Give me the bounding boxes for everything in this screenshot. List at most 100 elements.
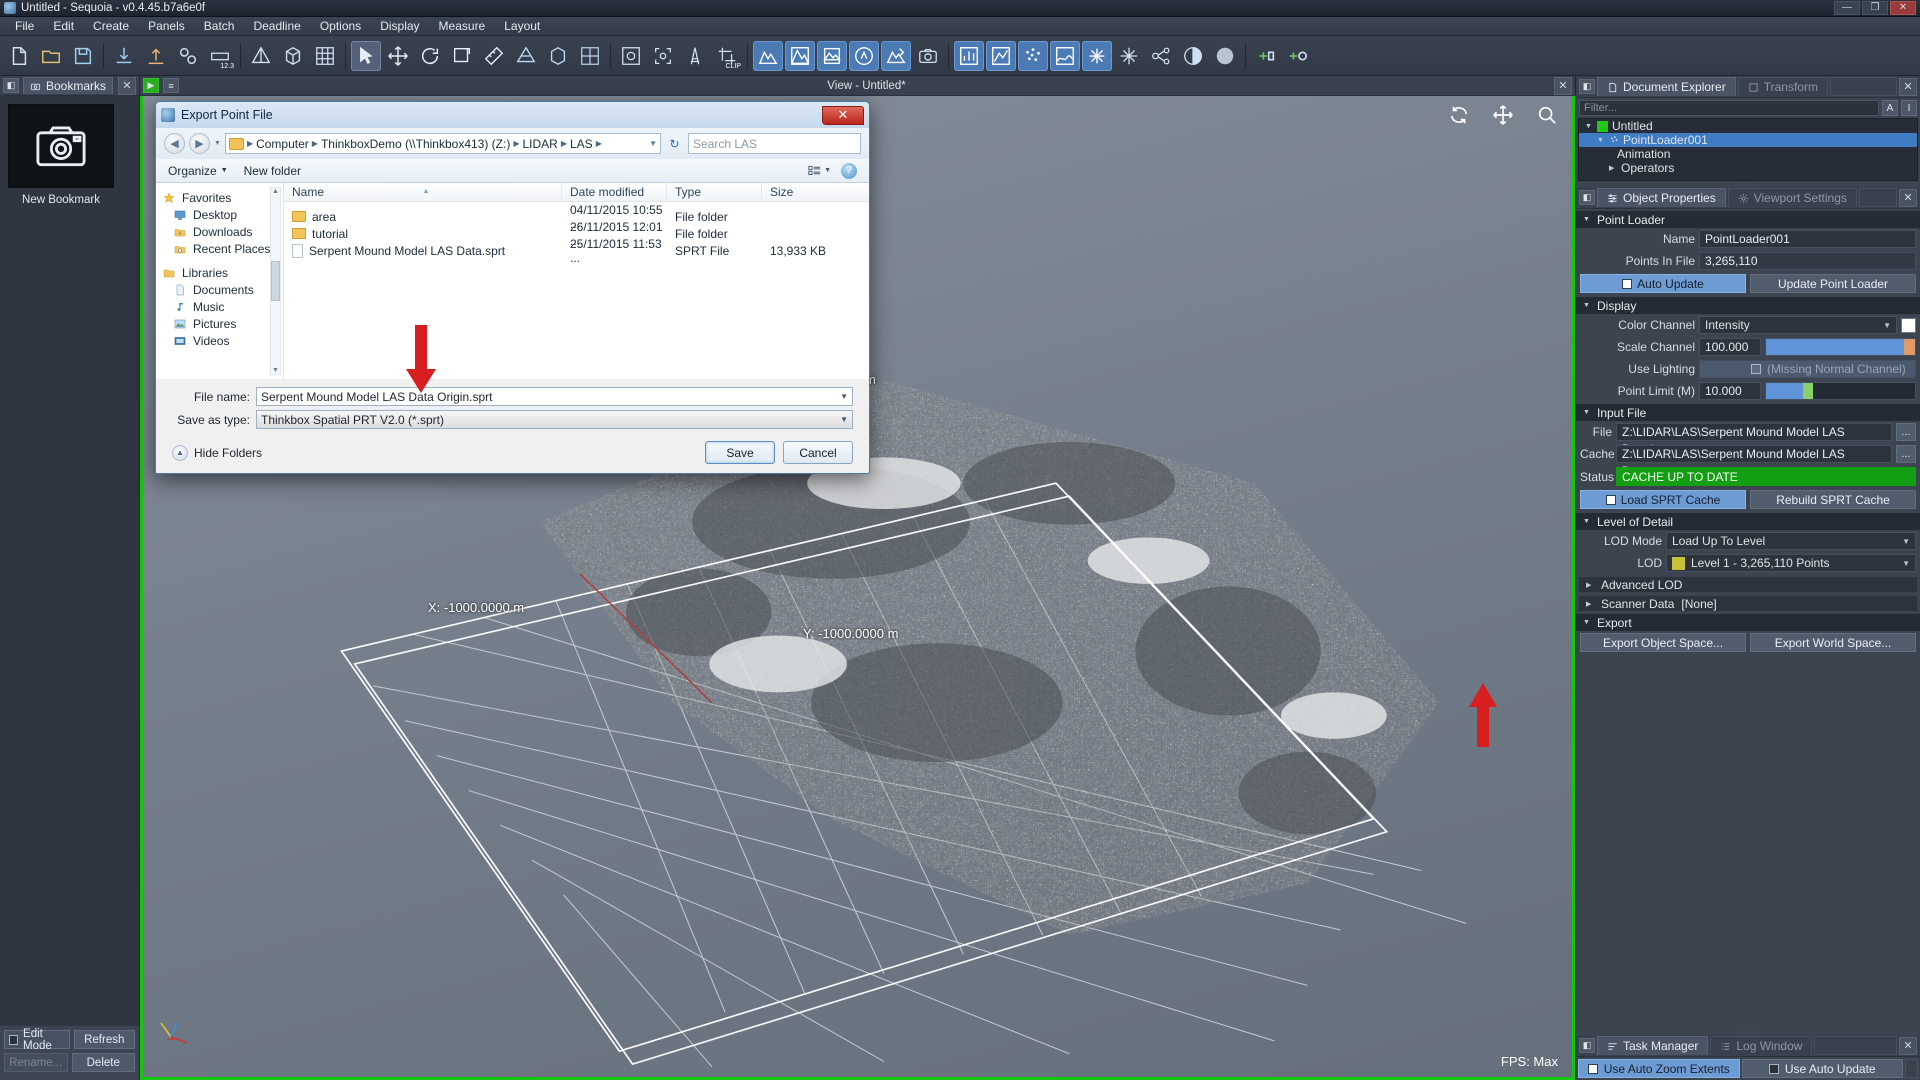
save-type-select[interactable]: Thinkbox Spatial PRT V2.0 (*.sprt) ▼ (256, 410, 853, 429)
cache-path-input[interactable]: Z:\LIDAR\LAS\Serpent Mound Model LAS Dat… (1616, 445, 1892, 478)
chevron-down-icon[interactable]: ▼ (1583, 216, 1591, 223)
search-icon[interactable] (1536, 104, 1558, 126)
volume-icon[interactable] (543, 41, 573, 71)
color-channel-select[interactable]: Intensity ▼ (1699, 316, 1897, 334)
organize-menu[interactable]: Organize ▼ (168, 164, 228, 178)
use-auto-zoom-extents-toggle[interactable]: Use Auto Zoom Extents (1578, 1059, 1740, 1078)
nav-item-pictures[interactable]: Pictures (162, 315, 283, 332)
tab-viewport-settings[interactable]: Viewport Settings (1727, 188, 1857, 207)
menu-item-create[interactable]: Create (84, 17, 138, 35)
mesher-icon[interactable] (511, 41, 541, 71)
point-cloud-icon[interactable] (1018, 40, 1048, 71)
use-lighting-toggle[interactable]: (Missing Normal Channel) (1699, 360, 1916, 378)
panel-collapse-icon-bottom[interactable]: ◧ (1579, 1038, 1595, 1053)
section-point-loader[interactable]: ▼ Point Loader (1576, 211, 1920, 228)
select-tool-icon[interactable] (351, 40, 381, 71)
sparkle-icon[interactable] (1114, 41, 1144, 71)
section-level-of-detail[interactable]: ▼ Level of Detail (1576, 513, 1920, 530)
update-point-loader-button[interactable]: Update Point Loader (1750, 274, 1916, 293)
browse-file-button[interactable]: ... (1896, 423, 1916, 441)
cancel-button[interactable]: Cancel (783, 441, 853, 464)
menu-item-display[interactable]: Display (371, 17, 428, 35)
minimize-button[interactable]: — (1834, 1, 1860, 15)
rebuild-sprt-cache-button[interactable]: Rebuild SPRT Cache (1750, 490, 1916, 509)
viewport-active-indicator[interactable]: ▶ (143, 78, 159, 93)
outliner-row-untitled[interactable]: ▼ Untitled (1579, 119, 1917, 133)
node-link-icon[interactable] (1146, 41, 1176, 71)
edit-mode-toggle[interactable]: Edit Mode (4, 1028, 70, 1052)
tab-task-manager[interactable]: Task Manager (1597, 1036, 1709, 1055)
nav-item-downloads[interactable]: Downloads (162, 223, 283, 240)
merge-icon[interactable] (173, 41, 203, 71)
new-file-icon[interactable] (4, 41, 34, 71)
load-sprt-cache-toggle[interactable]: Load SPRT Cache (1580, 490, 1746, 509)
hide-folders-button[interactable]: ▲ Hide Folders (172, 444, 262, 461)
forward-button[interactable]: ▶ (189, 133, 210, 154)
chevron-down-icon[interactable]: ▼ (1583, 518, 1591, 525)
menu-item-options[interactable]: Options (311, 17, 370, 35)
section-scanner-data[interactable]: ▶ Scanner Data [None] (1578, 595, 1918, 612)
back-button[interactable]: ◀ (164, 133, 185, 154)
filter-input[interactable]: Filter... (1579, 100, 1879, 116)
menu-item-file[interactable]: File (6, 17, 43, 35)
chevron-down-icon[interactable]: ▼ (1583, 302, 1591, 309)
move-tool-icon[interactable] (383, 41, 413, 71)
chevron-down-icon[interactable]: ▼ (1585, 123, 1593, 130)
menu-item-edit[interactable]: Edit (44, 17, 83, 35)
scroll-down-icon[interactable]: ▼ (272, 367, 279, 374)
file-list-pane[interactable]: Name ▲ Date modified Type Size area 04/1… (284, 182, 869, 379)
nav-item-music[interactable]: Music (162, 298, 283, 315)
close-button[interactable]: ✕ (1890, 1, 1916, 15)
help-icon[interactable]: ? (841, 162, 857, 179)
points-graph-icon[interactable] (986, 40, 1016, 71)
column-header-type[interactable]: Type (667, 182, 762, 202)
nav-item-documents[interactable]: Documents (162, 281, 283, 298)
scrollbar-thumb[interactable] (271, 261, 280, 301)
close-task-manager[interactable]: ✕ (1899, 1036, 1917, 1055)
export-point-file-dialog[interactable]: Export Point File ✕ ◀ ▶ ▼ ▶ Computer ▶ T… (155, 101, 870, 474)
points-chart-icon[interactable] (954, 40, 984, 71)
chevron-down-icon[interactable]: ▼ (1597, 137, 1605, 144)
outliner-row-operators[interactable]: ▶ Operators (1579, 161, 1917, 175)
new-folder-button[interactable]: New folder (244, 164, 301, 178)
scene-outliner[interactable]: ▼ Untitled ▼ PointLoader001 Animation ▶ … (1578, 118, 1918, 181)
recent-locations-icon[interactable]: ▼ (214, 140, 221, 147)
tab-log-window[interactable]: Log Window (1710, 1036, 1813, 1055)
auto-update-toggle[interactable]: Auto Update (1580, 274, 1746, 293)
chevron-down-icon[interactable]: ▼ (1583, 409, 1591, 416)
menu-item-layout[interactable]: Layout (495, 17, 549, 35)
menu-item-batch[interactable]: Batch (195, 17, 244, 35)
tab-transform[interactable]: Transform (1737, 77, 1828, 96)
section-input-file[interactable]: ▼ Input File (1576, 404, 1920, 421)
rotate-tool-icon[interactable] (415, 41, 445, 71)
nav-item-favorites[interactable]: Favorites (162, 189, 283, 206)
scan-icon[interactable] (648, 41, 678, 71)
maximize-button[interactable]: ❐ (1862, 1, 1888, 15)
filter-all-button[interactable]: A (1882, 100, 1898, 116)
box-icon[interactable] (278, 41, 308, 71)
refresh-icon[interactable] (1448, 104, 1470, 126)
camera-target-icon[interactable] (616, 41, 646, 71)
panel-collapse-icon-right[interactable]: ◧ (1579, 79, 1595, 94)
point-region-icon[interactable] (785, 40, 815, 71)
scale-channel-slider[interactable] (1765, 338, 1916, 356)
sphere-icon[interactable] (1210, 41, 1240, 71)
close-explorer-panel[interactable]: ✕ (1899, 77, 1917, 96)
refresh-icon[interactable]: ↻ (665, 134, 684, 153)
breadcrumb[interactable]: ▶ Computer ▶ ThinkboxDemo (\\Thinkbox413… (224, 133, 661, 154)
chevron-right-icon[interactable]: ▶ (1586, 600, 1594, 608)
nav-item-recent-places[interactable]: Recent Places (162, 240, 283, 257)
rename-bookmark-button[interactable]: Rename... (4, 1053, 68, 1072)
chevron-down-icon[interactable]: ▼ (1583, 619, 1591, 626)
move-icon[interactable] (1492, 104, 1514, 126)
section-advanced-lod[interactable]: ▶ Advanced LOD (1578, 576, 1918, 593)
breadcrumb-item-las[interactable]: LAS (570, 137, 593, 151)
mesh-icon[interactable] (246, 41, 276, 71)
add-zero-icon[interactable] (1283, 41, 1313, 71)
nav-item-libraries[interactable]: Libraries (162, 264, 283, 281)
viewport-layers-icon[interactable]: ≡ (163, 78, 179, 93)
breadcrumb-item-lidar[interactable]: LIDAR (523, 137, 558, 151)
browse-cache-button[interactable]: ... (1896, 445, 1916, 463)
name-input[interactable]: PointLoader001 (1699, 230, 1916, 248)
save-button[interactable]: Save (705, 441, 775, 464)
